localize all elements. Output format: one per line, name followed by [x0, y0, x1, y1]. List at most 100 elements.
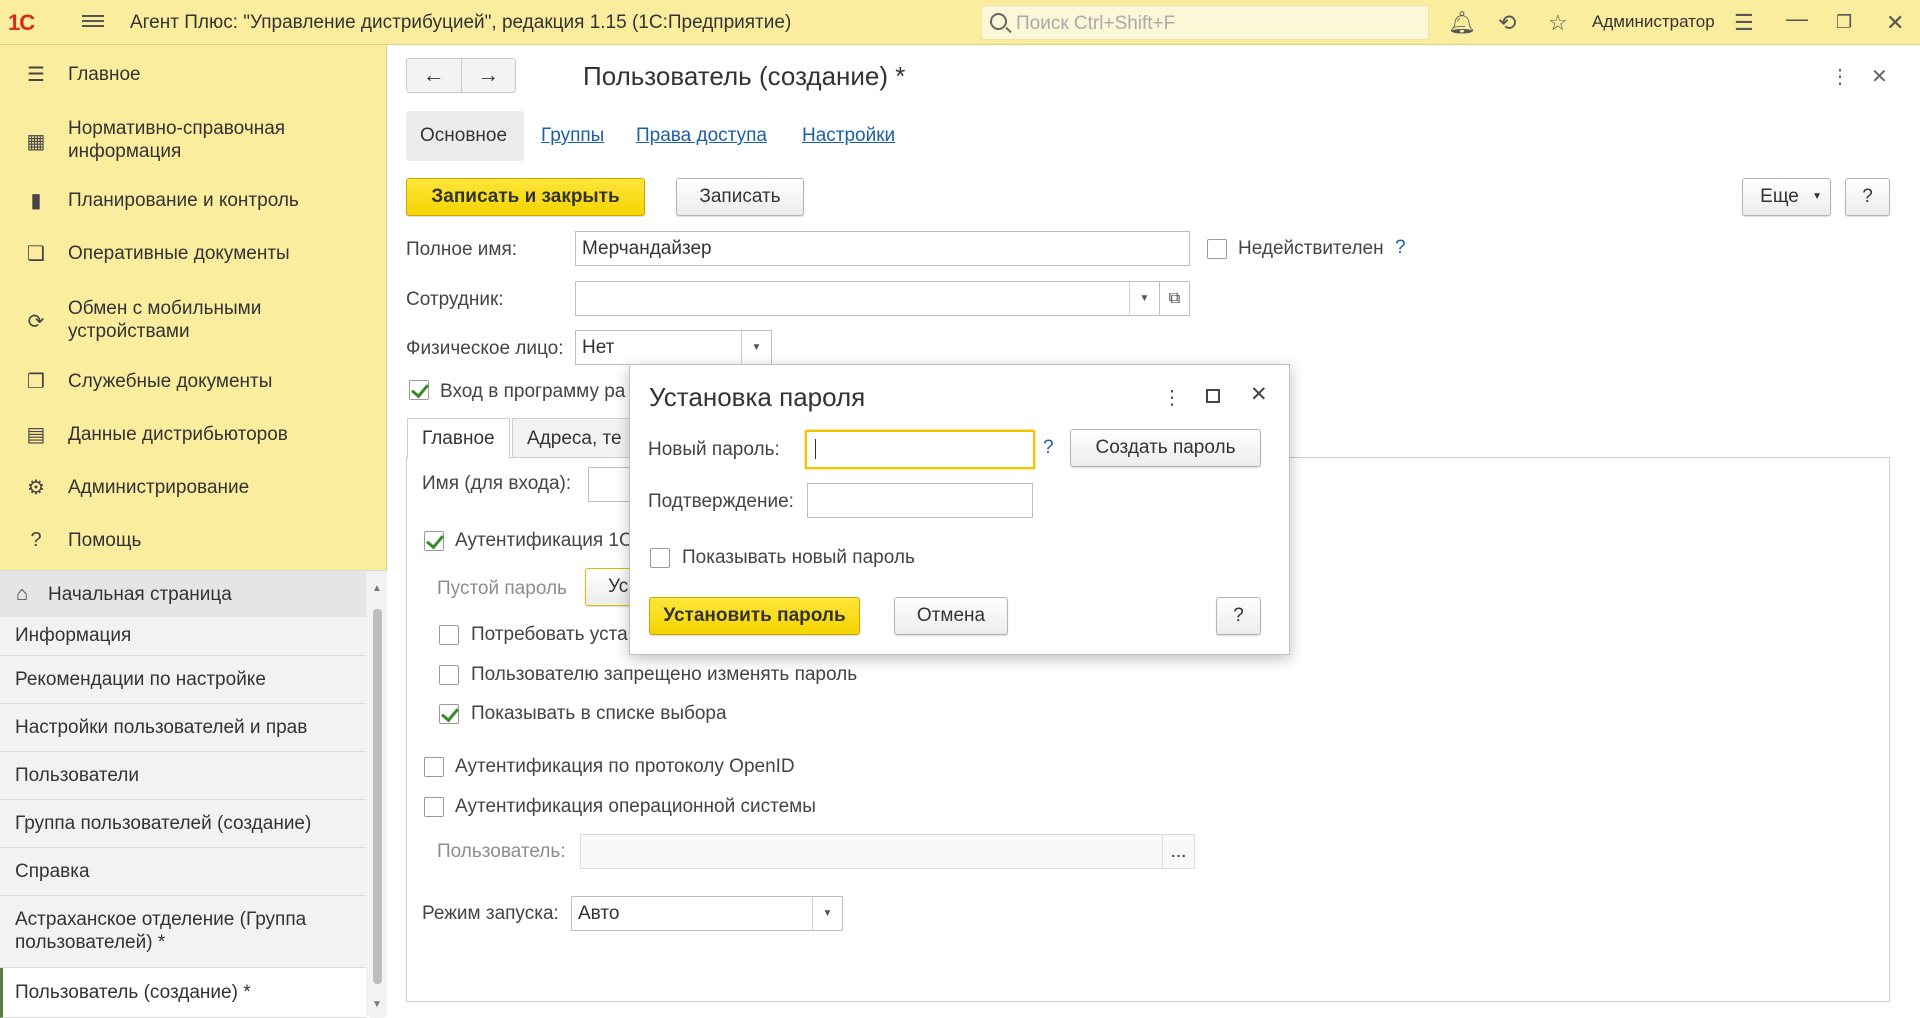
forbid-change-label: Пользователю запрещено изменять пароль: [471, 664, 858, 685]
generate-password-button[interactable]: Создать пароль: [1070, 429, 1261, 467]
full-name-field[interactable]: Мерчандайзер: [575, 231, 1190, 266]
forward-arrow-icon[interactable]: →: [462, 59, 516, 92]
os-user-select-button: ...: [1162, 834, 1195, 869]
app-logo: 1С: [8, 10, 35, 35]
auth-1c-checkbox[interactable]: [424, 531, 444, 551]
dialog-more-icon[interactable]: ⋮: [1162, 385, 1182, 410]
tab-main[interactable]: Основное: [406, 111, 524, 161]
back-arrow-icon[interactable]: ←: [407, 59, 462, 92]
open-employee-icon[interactable]: ⧉: [1159, 281, 1190, 316]
open-windows-scrollbar[interactable]: ▲ ▼: [370, 571, 384, 1018]
inactive-checkbox[interactable]: [1207, 239, 1227, 259]
sidebar-item-main[interactable]: ☰ Главное: [0, 59, 387, 89]
more-actions-icon[interactable]: ⋮: [1830, 64, 1850, 89]
employee-dropdown-icon[interactable]: ▼: [1129, 282, 1159, 315]
list-icon: ☰: [27, 63, 45, 86]
forbid-change-checkbox[interactable]: [439, 665, 459, 685]
star-icon[interactable]: ☆: [1548, 10, 1568, 36]
confirm-label: Подтверждение:: [648, 491, 794, 512]
scroll-up-icon[interactable]: ▲: [372, 583, 382, 594]
tab-groups[interactable]: Группы: [541, 111, 604, 161]
sidebar-item-service-docs[interactable]: ❐ Служебные документы: [0, 366, 387, 396]
login-allowed-label: Вход в программу ра: [440, 381, 626, 402]
scroll-thumb[interactable]: [373, 609, 382, 984]
sidebar-item-catalogs[interactable]: ▦ Нормативно-справочная информация: [0, 115, 387, 165]
sidebar-item-label: Данные дистрибьюторов: [68, 423, 288, 445]
sidebar-item-help[interactable]: ? Помощь: [0, 525, 387, 555]
new-password-field[interactable]: [805, 430, 1035, 469]
open-window-item[interactable]: Пользователи: [0, 752, 366, 800]
save-button[interactable]: Записать: [676, 178, 804, 216]
show-in-list-checkbox[interactable]: [439, 704, 459, 724]
os-user-label: Пользователь:: [437, 841, 566, 862]
sidebar-item-label: Нормативно-справочная информация: [68, 118, 286, 162]
home-page-item[interactable]: ⌂ Начальная страница: [0, 571, 366, 617]
confirm-password-field[interactable]: [807, 483, 1033, 518]
sidebar-item-distributors[interactable]: ▤ Данные дистрибьюторов: [0, 419, 387, 449]
sidebar-item-documents[interactable]: ❏ Оперативные документы: [0, 238, 387, 268]
form-help-button[interactable]: ?: [1845, 178, 1890, 216]
close-form-icon[interactable]: ✕: [1871, 64, 1888, 89]
service-docs-icon: ❐: [27, 370, 45, 393]
history-nav: ← →: [406, 58, 516, 93]
openid-label: Аутентификация по протоколу OpenID: [455, 756, 795, 777]
inner-tab-addresses[interactable]: Адреса, те: [512, 418, 632, 458]
save-and-close-button[interactable]: Записать и закрыть: [406, 178, 645, 216]
os-user-field: [580, 834, 1163, 869]
user-name[interactable]: Администратор: [1592, 12, 1715, 32]
home-icon: ⌂: [16, 583, 29, 605]
minimize-icon[interactable]: —: [1786, 6, 1808, 32]
search-input[interactable]: Поиск Ctrl+Shift+F: [981, 5, 1429, 40]
run-mode-label: Режим запуска:: [422, 903, 559, 924]
employee-field[interactable]: ▼: [575, 281, 1160, 316]
open-window-item[interactable]: Астраханское отделение (Группа пользоват…: [0, 896, 366, 968]
more-button[interactable]: Еще ▼: [1742, 178, 1831, 216]
sidebar-item-label: Главное: [68, 63, 141, 85]
tab-settings[interactable]: Настройки: [802, 111, 895, 161]
login-allowed-checkbox[interactable]: [409, 380, 429, 400]
show-password-checkbox[interactable]: [650, 548, 670, 568]
open-window-item[interactable]: Информация: [0, 617, 366, 656]
catalog-icon: ▦: [26, 131, 46, 153]
search-placeholder: Поиск Ctrl+Shift+F: [1016, 13, 1176, 34]
bell-icon[interactable]: 🔔︎: [1448, 10, 1476, 36]
require-change-checkbox[interactable]: [439, 625, 459, 645]
open-window-item-active[interactable]: Пользователь (создание) *: [0, 968, 366, 1018]
person-dropdown-icon[interactable]: ▼: [741, 331, 771, 364]
set-password-dialog: Установка пароля ⋮ ✕ Новый пароль: ? Соз…: [629, 364, 1290, 655]
restore-icon[interactable]: ❐: [1836, 12, 1852, 33]
cancel-button[interactable]: Отмена: [894, 597, 1008, 635]
documents-icon: ❏: [27, 242, 45, 265]
tab-access-rights[interactable]: Права доступа: [636, 111, 767, 161]
top-bar: 1С Агент Плюс: "Управление дистрибуцией"…: [0, 0, 1920, 45]
scroll-down-icon[interactable]: ▼: [372, 999, 382, 1010]
app-title: Агент Плюс: "Управление дистрибуцией", р…: [130, 12, 792, 33]
settings-menu-icon[interactable]: ☰: [1734, 10, 1754, 36]
menu-icon[interactable]: [82, 12, 104, 32]
dialog-help-button[interactable]: ?: [1216, 597, 1261, 635]
close-app-icon[interactable]: ✕: [1886, 10, 1904, 36]
set-password-confirm-button[interactable]: Установить пароль: [649, 597, 860, 635]
sidebar-item-mobile-exchange[interactable]: ⟳ Обмен с мобильными устройствами: [0, 295, 387, 345]
run-mode-dropdown-icon[interactable]: ▼: [812, 897, 842, 930]
sidebar-item-planning[interactable]: ▮ Планирование и контроль: [0, 185, 387, 215]
person-select[interactable]: Нет ▼: [575, 330, 772, 365]
open-window-item[interactable]: Настройки пользователей и прав: [0, 704, 366, 752]
sidebar-item-label: Служебные документы: [68, 370, 273, 392]
open-window-item[interactable]: Группа пользователей (создание): [0, 800, 366, 848]
inactive-help-link[interactable]: ?: [1395, 237, 1406, 259]
run-mode-select[interactable]: Авто ▼: [571, 896, 843, 931]
password-help-link[interactable]: ?: [1043, 437, 1054, 459]
open-window-item[interactable]: Рекомендации по настройке: [0, 656, 366, 704]
login-name-label: Имя (для входа):: [422, 473, 572, 494]
dialog-maximize-icon[interactable]: [1206, 389, 1220, 403]
openid-checkbox[interactable]: [424, 757, 444, 777]
open-window-item[interactable]: Справка: [0, 848, 366, 896]
inner-tab-main[interactable]: Главное: [407, 418, 510, 458]
person-value: Нет: [582, 337, 615, 358]
sidebar-item-administration[interactable]: ⚙ Администрирование: [0, 472, 387, 502]
history-icon[interactable]: ⟲: [1498, 10, 1516, 36]
dialog-close-icon[interactable]: ✕: [1250, 382, 1268, 407]
os-auth-checkbox[interactable]: [424, 797, 444, 817]
chart-icon: ▮: [30, 189, 42, 212]
